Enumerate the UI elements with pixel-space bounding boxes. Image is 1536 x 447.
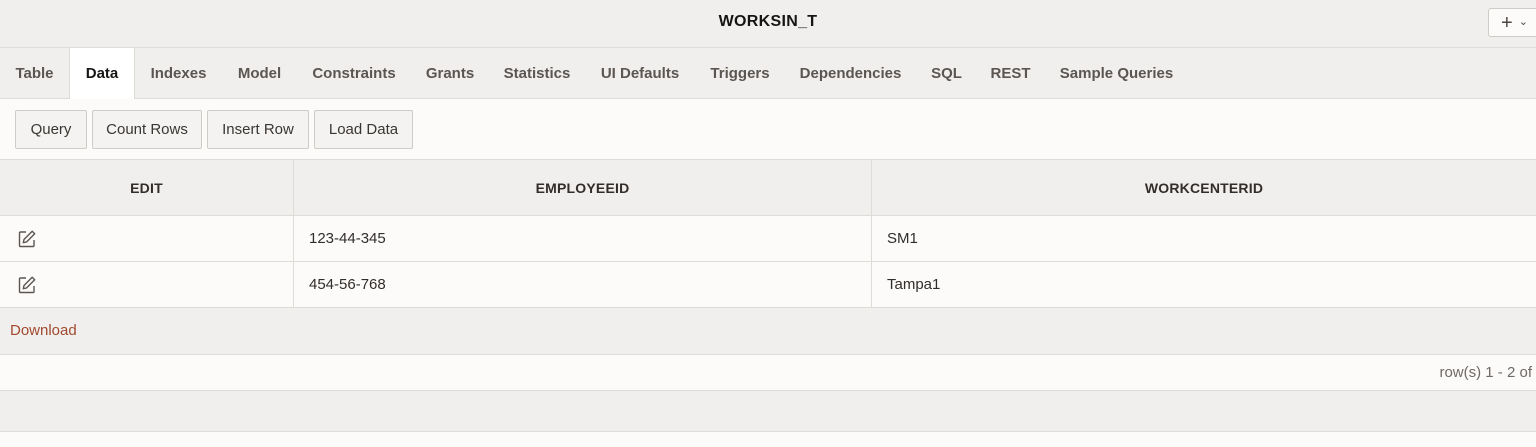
tab-dependencies[interactable]: Dependencies: [785, 48, 916, 98]
add-menu-button[interactable]: + ⌄: [1488, 8, 1536, 37]
download-link[interactable]: Download: [10, 322, 77, 339]
pagination-info: row(s) 1 - 2 of: [1439, 364, 1532, 381]
object-tabs: Table Data Indexes Model Constraints Gra…: [0, 48, 1536, 99]
edit-icon[interactable]: [17, 229, 37, 249]
tab-grants[interactable]: Grants: [411, 48, 489, 98]
column-divider: [293, 160, 294, 308]
tab-model[interactable]: Model: [222, 48, 297, 98]
tab-indexes[interactable]: Indexes: [135, 48, 222, 98]
tab-sample-queries[interactable]: Sample Queries: [1044, 48, 1189, 98]
table-row: 123-44-345 SM1: [0, 216, 1536, 262]
column-header-edit[interactable]: EDIT: [0, 160, 293, 215]
tab-constraints[interactable]: Constraints: [297, 48, 411, 98]
tab-table[interactable]: Table: [0, 48, 69, 98]
table-row: 454-56-768 Tampa1: [0, 262, 1536, 308]
tab-rest[interactable]: REST: [977, 48, 1044, 98]
query-button[interactable]: Query: [15, 110, 87, 149]
plus-icon: +: [1501, 11, 1513, 34]
load-data-button[interactable]: Load Data: [314, 110, 413, 149]
grid-header: EDIT EMPLOYEEID WORKCENTERID: [0, 160, 1536, 216]
cell-employeeid: 454-56-768: [309, 276, 386, 293]
tab-ui-defaults[interactable]: UI Defaults: [585, 48, 695, 98]
page-title: WORKSIN_T: [718, 13, 818, 30]
data-toolbar: Query Count Rows Insert Row Load Data: [0, 99, 1536, 160]
pagination-bar: row(s) 1 - 2 of: [0, 355, 1536, 391]
tab-triggers[interactable]: Triggers: [695, 48, 785, 98]
column-header-workcenterid[interactable]: WORKCENTERID: [872, 160, 1536, 215]
cell-workcenterid: SM1: [887, 230, 918, 247]
cell-employeeid: 123-44-345: [309, 230, 386, 247]
column-header-employeeid[interactable]: EMPLOYEEID: [294, 160, 871, 215]
title-bar: WORKSIN_T + ⌄: [0, 0, 1536, 48]
tab-sql[interactable]: SQL: [916, 48, 977, 98]
cell-workcenterid: Tampa1: [887, 276, 941, 293]
tab-statistics[interactable]: Statistics: [489, 48, 585, 98]
chevron-down-icon: ⌄: [1518, 16, 1528, 28]
footer-band: [0, 391, 1536, 432]
column-divider: [871, 160, 872, 308]
download-bar: Download: [0, 308, 1536, 355]
edit-icon[interactable]: [17, 275, 37, 295]
tab-data[interactable]: Data: [69, 48, 135, 99]
count-rows-button[interactable]: Count Rows: [92, 110, 202, 149]
insert-row-button[interactable]: Insert Row: [207, 110, 309, 149]
